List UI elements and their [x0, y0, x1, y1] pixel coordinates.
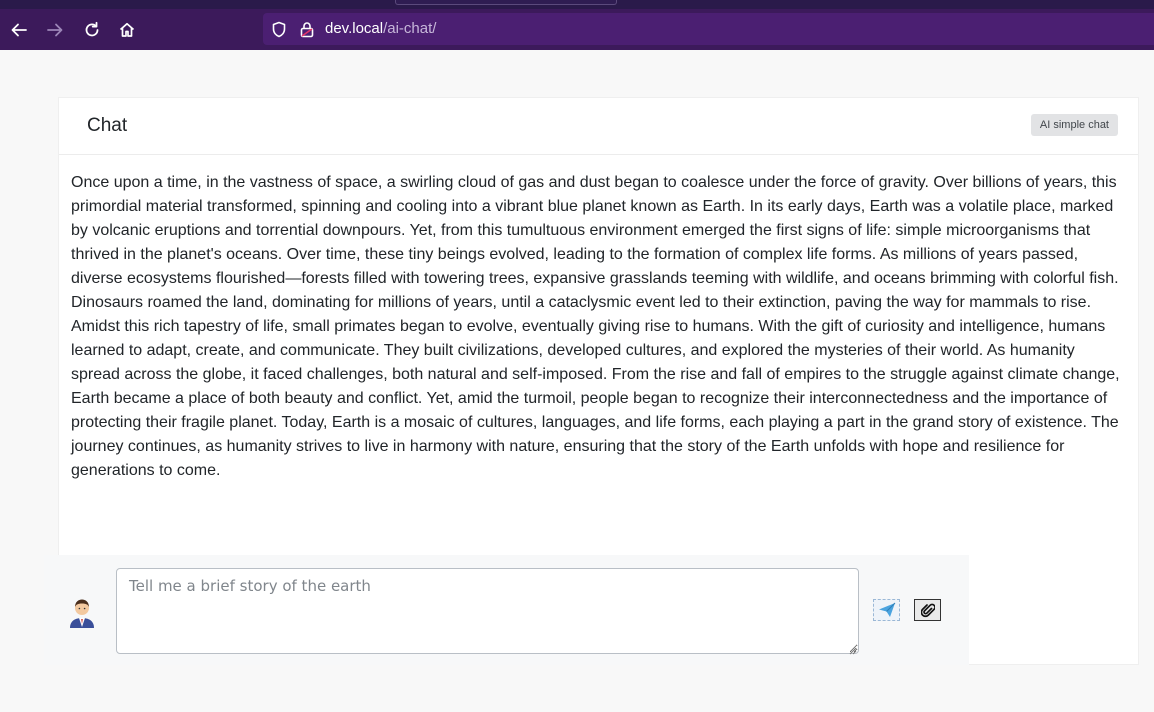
reload-icon[interactable] — [81, 19, 103, 41]
url-text[interactable]: dev.local/ai-chat/ — [325, 20, 436, 37]
paperclip-icon — [920, 603, 935, 618]
resize-handle-icon[interactable] — [847, 642, 857, 660]
browser-toolbar: dev.local/ai-chat/ — [0, 9, 1154, 50]
forward-arrow-icon[interactable] — [44, 19, 66, 41]
back-arrow-icon[interactable] — [8, 19, 30, 41]
url-path: /ai-chat/ — [383, 20, 437, 37]
chat-header: Chat AI simple chat — [59, 98, 1138, 155]
ai-response-text: Once upon a time, in the vastness of spa… — [71, 174, 1120, 479]
message-composer — [44, 555, 969, 665]
address-bar[interactable]: dev.local/ai-chat/ — [263, 13, 1154, 45]
user-avatar-icon — [67, 595, 97, 629]
lock-icon[interactable] — [299, 21, 315, 43]
send-icon — [878, 602, 895, 617]
chat-title: Chat — [87, 115, 128, 136]
browser-tabstrip — [0, 0, 1154, 9]
home-icon[interactable] — [116, 19, 138, 41]
shield-icon[interactable] — [271, 21, 287, 43]
send-button[interactable] — [873, 599, 900, 621]
url-host: dev.local — [325, 20, 384, 37]
browser-tab[interactable] — [395, 0, 617, 5]
mode-badge: AI simple chat — [1030, 114, 1118, 136]
attach-button[interactable] — [914, 599, 941, 621]
prompt-input[interactable] — [116, 568, 859, 654]
